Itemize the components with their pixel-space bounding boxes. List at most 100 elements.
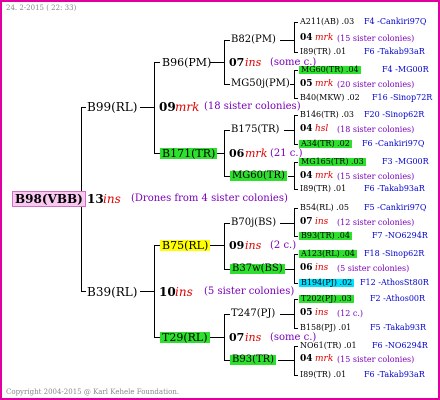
mark-gen2: ins: [245, 331, 262, 344]
connector: [284, 130, 294, 131]
connector: [280, 40, 294, 41]
dam-note: (5 sister colonies): [204, 286, 295, 297]
queen-gen4[interactable]: B194(PJ) .02: [299, 279, 355, 287]
note-gen3: (12 c.): [337, 309, 363, 318]
mark-gen2: ins: [245, 239, 262, 252]
sire-note: (18 sister colonies): [204, 101, 301, 112]
mark-gen3: mrk: [315, 33, 334, 43]
queen-gen3[interactable]: MG50j(PM): [231, 79, 290, 89]
year-gen3: 05: [300, 79, 313, 89]
queen-gen4[interactable]: T202(PJ) .03: [299, 295, 354, 303]
year-gen2: 09: [229, 239, 245, 252]
mark-gen3: mrk: [315, 79, 334, 89]
queen-gen4[interactable]: MG165(TR) .03: [299, 158, 366, 166]
note-gen3: (18 sister colonies): [337, 125, 415, 134]
queen-gen4[interactable]: B146(TR) .03: [300, 111, 354, 119]
queen-gen4[interactable]: I89(TR) .01: [300, 48, 346, 56]
queen-gen3[interactable]: B37w(BS): [230, 264, 285, 274]
connector: [224, 40, 230, 41]
year-gen2: 07: [229, 331, 245, 344]
connector: [294, 52, 298, 53]
connector: [294, 283, 298, 284]
queen-gen2[interactable]: B96(PM): [162, 57, 211, 68]
connector: [140, 291, 154, 292]
loc-gen4: F4 -MG00R: [382, 65, 429, 74]
queen-gen2[interactable]: B171(TR): [160, 148, 218, 159]
note-gen3: (5 sister colonies): [337, 264, 410, 273]
sire-queen[interactable]: B99(RL): [87, 101, 137, 113]
mark-gen2: mrk: [245, 147, 268, 160]
connector: [294, 189, 298, 190]
queen-gen3[interactable]: B175(TR): [231, 125, 279, 135]
connector: [81, 107, 86, 108]
loc-gen4: F4 -Cankiri97Q: [364, 17, 427, 26]
connector: [294, 299, 295, 329]
year-gen3: 06: [300, 263, 313, 273]
connector: [294, 22, 295, 53]
dam-queen[interactable]: B39(RL): [87, 286, 137, 298]
connector: [224, 130, 225, 177]
queen-gen2[interactable]: T29(RL): [160, 332, 210, 343]
loc-gen4: F20 -Sinop62R: [364, 110, 425, 119]
queen-gen4[interactable]: NO61(TR) .01: [300, 342, 357, 350]
connector: [140, 107, 154, 108]
year-gen3: 04: [300, 354, 313, 364]
connector: [294, 22, 298, 23]
queen-gen4[interactable]: B54(RL) .05: [300, 204, 349, 212]
loc-gen4: F18 -Sinop62R: [364, 249, 425, 258]
connector: [294, 254, 295, 284]
mark-gen3: hsl: [315, 124, 329, 134]
root-queen[interactable]: B98(VBB): [12, 191, 86, 207]
queen-gen3[interactable]: B93(TR): [230, 355, 277, 365]
mark-gen3: ins: [315, 217, 329, 227]
loc-gen4: F6 -Takab93aR: [364, 47, 425, 56]
root-note: (Drones from 4 sister colonies): [131, 193, 288, 204]
note-gen3: (15 sister colonies): [337, 34, 415, 43]
mark-gen3: mrk: [315, 354, 334, 364]
connector: [278, 360, 294, 361]
connector: [224, 130, 230, 131]
connector: [224, 223, 225, 270]
queen-gen2[interactable]: B75(RL): [160, 240, 211, 251]
queen-gen4[interactable]: I89(TR) .01: [300, 185, 346, 193]
connector: [224, 84, 230, 85]
queen-gen3[interactable]: B70j(BS): [231, 218, 276, 228]
queen-gen4[interactable]: B93(TR) .04: [299, 232, 352, 240]
queen-gen4[interactable]: MG60(TR) .04: [299, 66, 361, 74]
connector: [280, 223, 294, 224]
connector: [294, 115, 295, 145]
note-gen2: (21 c.): [270, 148, 303, 159]
queen-gen4[interactable]: A34(TR) .02: [299, 140, 352, 148]
year-gen3: 05: [300, 308, 313, 318]
queen-gen3[interactable]: MG60(TR): [230, 171, 287, 181]
queen-gen4[interactable]: B40(MKW) .02: [300, 94, 360, 102]
queen-gen4[interactable]: A211(AB) .03: [300, 18, 354, 26]
connector: [294, 236, 298, 237]
connector: [224, 40, 225, 85]
year-gen2: 07: [229, 56, 245, 69]
connector: [294, 346, 295, 376]
root-mark: ins: [103, 192, 121, 206]
connector: [294, 144, 298, 145]
connector: [294, 328, 298, 329]
loc-gen4: F3 -MG00R: [382, 157, 429, 166]
queen-gen4[interactable]: I89(TR) .01: [300, 371, 346, 379]
note-gen3: (20 sister colonies): [337, 80, 415, 89]
connector: [294, 208, 295, 237]
queen-gen4[interactable]: B158(PJ) .01: [300, 324, 351, 332]
footer-copyright: Copyright 2004-2015 @ Karl Kehele Founda…: [6, 388, 180, 396]
loc-gen4: F6 -Cankiri97Q: [362, 139, 425, 148]
mark-gen2: ins: [245, 56, 262, 69]
mark-gen3: ins: [315, 308, 329, 318]
year-gen3: 04: [300, 124, 313, 134]
connector: [210, 62, 224, 63]
loc-gen4: F6 -NO6294R: [372, 341, 428, 350]
loc-gen4: F6 -Takab93aR: [364, 184, 425, 193]
connector: [294, 98, 298, 99]
connector: [154, 62, 155, 154]
header-date: 24. 2-2015 ( 22: 33): [6, 4, 77, 12]
queen-gen3[interactable]: T247(PJ): [231, 309, 275, 319]
note-gen2: (2 c.): [270, 240, 297, 251]
queen-gen4[interactable]: A123(RL) .04: [299, 250, 357, 258]
queen-gen3[interactable]: B82(PM): [231, 35, 276, 45]
